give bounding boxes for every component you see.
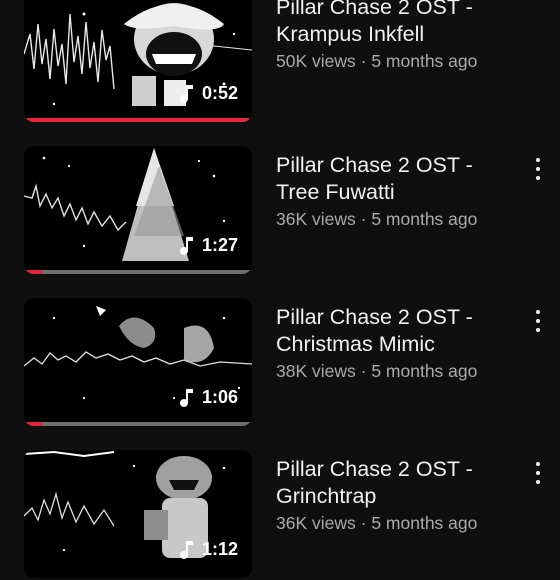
meta-separator: · <box>355 209 372 229</box>
video-thumbnail[interactable]: 0:52 <box>24 0 252 122</box>
watch-progress-fill <box>24 270 43 274</box>
video-item[interactable]: 1:12 Pillar Chase 2 OST - Grinchtrap 36K… <box>0 450 560 580</box>
duration-badge: 1:12 <box>178 539 238 560</box>
menu-dot <box>536 462 540 466</box>
video-duration: 0:52 <box>201 83 238 103</box>
video-title-line2: Christmas Mimic <box>276 332 435 356</box>
video-meta: 36K views · 5 months ago <box>276 209 516 230</box>
watch-progress-fill <box>24 422 43 426</box>
menu-dot <box>536 319 540 323</box>
watch-progress-bar <box>24 422 252 426</box>
video-duration: 1:27 <box>201 235 238 255</box>
menu-dot <box>536 471 540 475</box>
music-note-icon <box>179 388 193 407</box>
menu-dot <box>536 310 540 314</box>
video-title-line1: Pillar Chase 2 OST - <box>276 457 473 481</box>
duration-badge: 0:52 <box>178 83 238 104</box>
duration-badge: 1:06 <box>178 387 238 408</box>
view-count: 50K views <box>276 51 356 71</box>
more-options-button[interactable] <box>532 310 544 332</box>
more-options-button[interactable] <box>532 462 544 484</box>
video-meta: 50K views · 5 months ago <box>276 51 516 72</box>
video-thumbnail[interactable]: 1:06 <box>24 298 252 426</box>
menu-dot <box>536 480 540 484</box>
video-title[interactable]: Pillar Chase 2 OST - Tree Fuwatti <box>276 152 516 206</box>
upload-age: 5 months ago <box>371 513 478 533</box>
upload-age: 5 months ago <box>371 209 478 229</box>
video-thumbnail[interactable]: 1:27 <box>24 146 252 274</box>
view-count: 36K views <box>276 209 356 229</box>
watch-progress-fill <box>24 118 252 122</box>
video-title[interactable]: Pillar Chase 2 OST - Krampus Inkfell <box>276 0 516 48</box>
more-options-button[interactable] <box>532 158 544 180</box>
meta-separator: · <box>355 51 372 71</box>
video-meta: 38K views · 5 months ago <box>276 361 516 382</box>
menu-dot <box>536 167 540 171</box>
video-title-line2: Krampus Inkfell <box>276 22 425 46</box>
video-title-line1: Pillar Chase 2 OST - <box>276 305 473 329</box>
video-title-line2: Grinchtrap <box>276 484 377 508</box>
music-note-icon <box>179 84 193 103</box>
upload-age: 5 months ago <box>371 51 478 71</box>
video-title[interactable]: Pillar Chase 2 OST - Grinchtrap <box>276 456 516 510</box>
view-count: 38K views <box>276 361 356 381</box>
video-item[interactable]: 0:52 Pillar Chase 2 OST - Krampus Inkfel… <box>0 0 560 124</box>
video-duration: 1:12 <box>201 539 238 559</box>
video-info[interactable]: Pillar Chase 2 OST - Christmas Mimic 38K… <box>276 304 516 382</box>
watch-progress-bar <box>24 118 252 122</box>
video-title[interactable]: Pillar Chase 2 OST - Christmas Mimic <box>276 304 516 358</box>
video-info[interactable]: Pillar Chase 2 OST - Tree Fuwatti 36K vi… <box>276 152 516 230</box>
video-item[interactable]: 1:06 Pillar Chase 2 OST - Christmas Mimi… <box>0 298 560 428</box>
menu-dot <box>536 158 540 162</box>
menu-dot <box>536 328 540 332</box>
video-info[interactable]: Pillar Chase 2 OST - Krampus Inkfell 50K… <box>276 0 516 72</box>
watch-progress-bar <box>24 270 252 274</box>
upload-age: 5 months ago <box>371 361 478 381</box>
music-note-icon <box>179 540 193 559</box>
video-title-line2: Tree Fuwatti <box>276 180 395 204</box>
video-meta: 36K views · 5 months ago <box>276 513 516 534</box>
view-count: 36K views <box>276 513 356 533</box>
meta-separator: · <box>355 513 372 533</box>
video-thumbnail[interactable]: 1:12 <box>24 450 252 578</box>
video-item[interactable]: 1:27 Pillar Chase 2 OST - Tree Fuwatti 3… <box>0 146 560 276</box>
video-title-line1: Pillar Chase 2 OST - <box>276 153 473 177</box>
duration-badge: 1:27 <box>178 235 238 256</box>
video-duration: 1:06 <box>201 387 238 407</box>
video-info[interactable]: Pillar Chase 2 OST - Grinchtrap 36K view… <box>276 456 516 534</box>
video-title-line1: Pillar Chase 2 OST - <box>276 0 473 19</box>
music-note-icon <box>179 236 193 255</box>
menu-dot <box>536 176 540 180</box>
meta-separator: · <box>355 361 372 381</box>
